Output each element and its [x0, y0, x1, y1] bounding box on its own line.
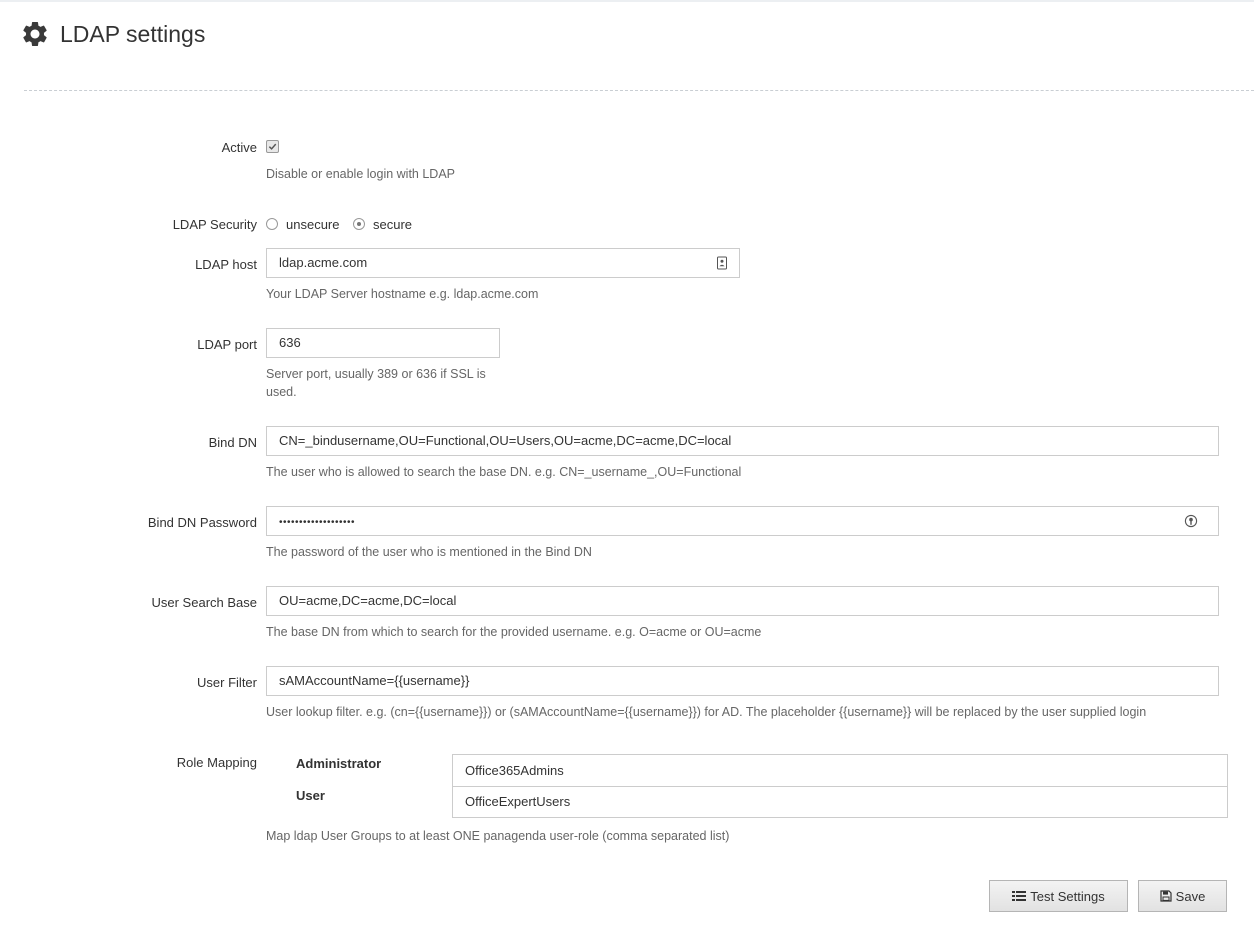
list-icon — [1012, 891, 1027, 901]
role-mapping-help: Map ldap User Groups to at least ONE pan… — [266, 829, 730, 843]
floppy-disk-icon — [1160, 890, 1172, 902]
role-administrator-input[interactable]: Office365Admins — [452, 754, 1228, 787]
top-border — [0, 0, 1254, 2]
bind-password-input[interactable]: ••••••••••••••••••• — [266, 506, 1219, 536]
key-icon[interactable] — [1184, 514, 1198, 528]
security-label: LDAP Security — [172, 217, 257, 232]
role-user-value: OfficeExpertUsers — [465, 794, 571, 809]
user-filter-label: User Filter — [197, 675, 257, 690]
bind-password-value: ••••••••••••••••••• — [279, 517, 356, 528]
page-header: LDAP settings — [20, 16, 205, 52]
active-checkbox[interactable] — [266, 140, 279, 153]
bind-dn-value: CN=_bindusername,OU=Functional,OU=Users,… — [279, 433, 732, 448]
user-filter-help: User lookup filter. e.g. (cn={{username}… — [266, 705, 1147, 719]
active-label: Active — [221, 140, 257, 155]
host-input[interactable]: ldap.acme.com — [266, 248, 740, 278]
header-divider — [24, 90, 1254, 91]
bind-dn-label: Bind DN — [208, 435, 257, 450]
port-value: 636 — [279, 335, 301, 350]
user-filter-value: sAMAccountName={{username}} — [279, 673, 470, 688]
search-base-input[interactable]: OU=acme,DC=acme,DC=local — [266, 586, 1219, 616]
role-user-input[interactable]: OfficeExpertUsers — [452, 786, 1228, 818]
host-label: LDAP host — [195, 257, 257, 272]
page-title: LDAP settings — [60, 20, 206, 47]
radio-secure[interactable] — [353, 218, 365, 230]
port-help-line1: Server port, usually 389 or 636 if SSL i… — [266, 367, 486, 381]
radio-unsecure-label[interactable]: unsecure — [286, 217, 339, 232]
bind-password-help: The password of the user who is mentione… — [266, 545, 592, 559]
bind-dn-help: The user who is allowed to search the ba… — [266, 465, 742, 479]
role-administrator-label: Administrator — [296, 756, 382, 771]
host-value: ldap.acme.com — [279, 255, 368, 270]
host-help: Your LDAP Server hostname e.g. ldap.acme… — [266, 287, 539, 301]
bind-dn-input[interactable]: CN=_bindusername,OU=Functional,OU=Users,… — [266, 426, 1219, 456]
contact-card-icon[interactable] — [715, 256, 729, 270]
check-icon — [268, 143, 277, 150]
test-settings-button[interactable]: Test Settings — [989, 880, 1128, 912]
port-label: LDAP port — [197, 337, 257, 352]
port-input[interactable]: 636 — [266, 328, 500, 358]
bind-password-label: Bind DN Password — [147, 515, 257, 530]
port-help-line2: used. — [266, 385, 297, 399]
test-settings-label: Test Settings — [1030, 888, 1105, 904]
search-base-label: User Search Base — [151, 595, 258, 610]
role-mapping-label: Role Mapping — [176, 755, 257, 770]
active-help: Disable or enable login with LDAP — [266, 167, 455, 181]
user-filter-input[interactable]: sAMAccountName={{username}} — [266, 666, 1219, 696]
search-base-value: OU=acme,DC=acme,DC=local — [279, 593, 457, 608]
radio-unsecure[interactable] — [266, 218, 278, 230]
search-base-help: The base DN from which to search for the… — [266, 625, 762, 639]
save-button[interactable]: Save — [1138, 880, 1227, 912]
role-administrator-value: Office365Admins — [465, 763, 564, 778]
radio-secure-label[interactable]: secure — [373, 217, 412, 232]
save-label: Save — [1175, 888, 1206, 904]
gear-icon — [23, 21, 47, 46]
role-user-label: User — [296, 788, 325, 803]
